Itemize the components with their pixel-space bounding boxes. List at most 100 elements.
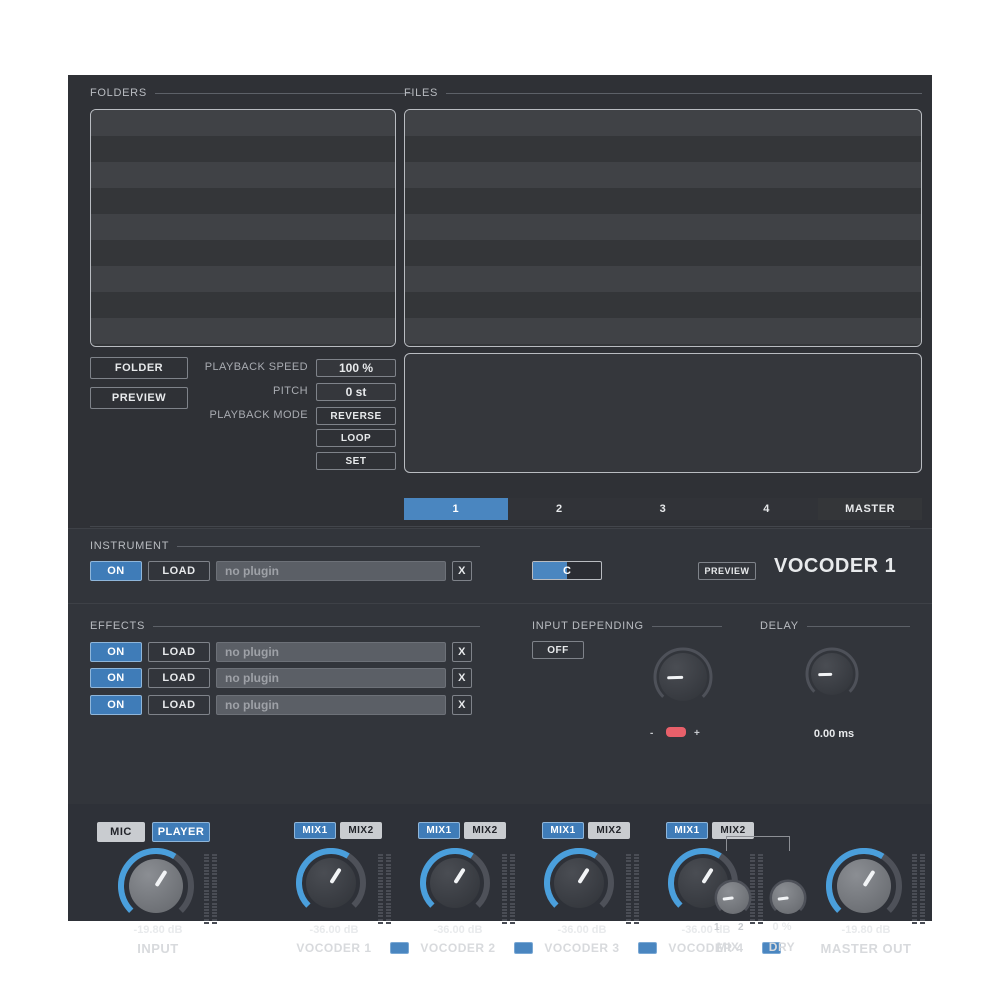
meter-segment (378, 903, 383, 905)
meter-segment (626, 915, 631, 917)
effect-on-button[interactable]: ON (90, 668, 142, 688)
effect-clear-button[interactable]: X (452, 668, 472, 688)
instrument-on-button[interactable]: ON (90, 561, 142, 581)
channel-level-knob[interactable] (420, 848, 490, 918)
effect-load-button[interactable]: LOAD (148, 695, 210, 715)
list-item[interactable] (405, 240, 921, 266)
meter-segment (378, 915, 383, 917)
list-item[interactable] (91, 266, 395, 292)
list-item[interactable] (405, 292, 921, 318)
effect-plugin-name[interactable]: no plugin (216, 642, 446, 662)
master-out-knob[interactable] (826, 848, 902, 924)
channel-mix2-button[interactable]: MIX2 (340, 822, 382, 839)
master-out-value: -19.80 dB (816, 924, 916, 936)
list-item[interactable] (91, 162, 395, 188)
list-item[interactable] (91, 292, 395, 318)
meter-segment (758, 877, 763, 879)
tab-3[interactable]: 3 (611, 498, 715, 520)
meter-segment (510, 893, 515, 895)
tab-2[interactable]: 2 (508, 498, 612, 520)
channel-mix1-button[interactable]: MIX1 (294, 822, 336, 839)
meter-segment (634, 893, 639, 895)
list-item[interactable] (405, 162, 921, 188)
channel-mix2-button[interactable]: MIX2 (588, 822, 630, 839)
meter-segment (920, 915, 925, 917)
tab-master[interactable]: MASTER (818, 498, 922, 520)
instrument-plugin-name[interactable]: no plugin (216, 561, 446, 581)
meter-segment (386, 886, 391, 888)
list-item[interactable] (91, 344, 395, 347)
mode-reverse-button[interactable]: REVERSE (316, 407, 396, 425)
waveform-display[interactable] (404, 353, 922, 473)
files-list[interactable] (404, 109, 922, 347)
meter-segment (204, 903, 209, 905)
list-item[interactable] (405, 266, 921, 292)
list-item[interactable] (405, 136, 921, 162)
list-item[interactable] (91, 214, 395, 240)
pitch-value[interactable]: 0 st (316, 383, 396, 401)
input-source-mic-button[interactable]: MIC (97, 822, 145, 842)
input-source-player-button[interactable]: PLAYER (152, 822, 210, 842)
list-item[interactable] (405, 188, 921, 214)
meter-segment (212, 857, 217, 859)
effect-plugin-name[interactable]: no plugin (216, 668, 446, 688)
instrument-preview-button[interactable]: PREVIEW (698, 562, 756, 580)
tab-4[interactable]: 4 (715, 498, 819, 520)
meter-segment (212, 870, 217, 872)
channel-mix1-button[interactable]: MIX1 (542, 822, 584, 839)
meter-segment (204, 919, 209, 921)
meter-column (510, 854, 515, 924)
mode-loop-button[interactable]: LOOP (316, 429, 396, 447)
list-item[interactable] (405, 214, 921, 240)
meter-segment (502, 919, 507, 921)
effect-load-button[interactable]: LOAD (148, 668, 210, 688)
knob-pointer (667, 675, 683, 679)
meter-segment (378, 909, 383, 911)
input-level-knob[interactable] (118, 848, 194, 924)
meter-segment (920, 896, 925, 898)
channel-mix1-button[interactable]: MIX1 (666, 822, 708, 839)
mix-knob[interactable] (713, 878, 753, 918)
mode-set-button[interactable]: SET (316, 452, 396, 470)
channel-level-knob[interactable] (296, 848, 366, 918)
effect-clear-button[interactable]: X (452, 642, 472, 662)
meter-segment (386, 864, 391, 866)
input-depending-toggle[interactable]: OFF (532, 641, 584, 659)
key-selector[interactable]: C (532, 561, 602, 580)
effect-load-button[interactable]: LOAD (148, 642, 210, 662)
channel-level-knob[interactable] (544, 848, 614, 918)
channel-mix1-button[interactable]: MIX1 (418, 822, 460, 839)
list-item[interactable] (91, 136, 395, 162)
instrument-clear-button[interactable]: X (452, 561, 472, 581)
effect-clear-button[interactable]: X (452, 695, 472, 715)
tab-1[interactable]: 1 (404, 498, 508, 520)
playback-speed-value[interactable]: 100 % (316, 359, 396, 377)
folders-list[interactable] (90, 109, 396, 347)
list-item[interactable] (91, 318, 395, 344)
list-item[interactable] (91, 240, 395, 266)
effect-on-button[interactable]: ON (90, 695, 142, 715)
channel-meter (378, 854, 391, 924)
list-item[interactable] (405, 318, 921, 344)
effect-plugin-name[interactable]: no plugin (216, 695, 446, 715)
list-item[interactable] (91, 188, 395, 214)
folder-button[interactable]: FOLDER (90, 357, 188, 379)
list-item[interactable] (405, 110, 921, 136)
divider-rule (153, 626, 480, 627)
list-item[interactable] (91, 110, 395, 136)
input-depending-knob[interactable] (652, 646, 714, 708)
list-item[interactable] (405, 344, 921, 347)
meter-segment (386, 906, 391, 908)
meter-segment (204, 883, 209, 885)
meter-segment (920, 906, 925, 908)
preview-button[interactable]: PREVIEW (90, 387, 188, 409)
meter-segment (502, 864, 507, 866)
instrument-load-button[interactable]: LOAD (148, 561, 210, 581)
channel-mix2-button[interactable]: MIX2 (464, 822, 506, 839)
dry-knob[interactable] (768, 878, 808, 918)
delay-knob[interactable] (804, 646, 860, 702)
effect-on-button[interactable]: ON (90, 642, 142, 662)
minus-label: - (650, 728, 653, 739)
meter-segment (510, 922, 515, 924)
effect-slot: ON LOAD no plugin X (90, 642, 472, 662)
